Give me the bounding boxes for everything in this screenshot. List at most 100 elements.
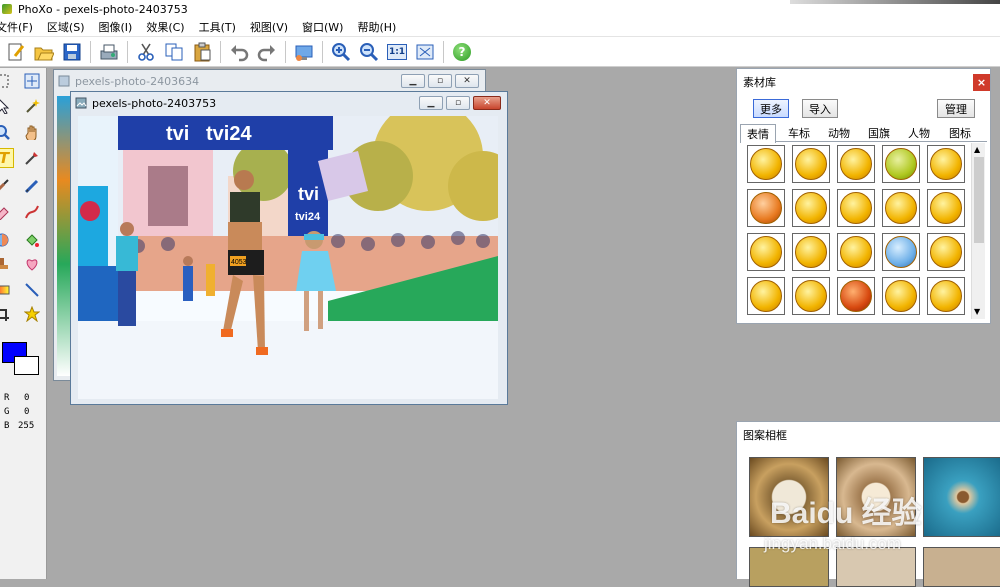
emoticon-cell[interactable] [792,277,830,315]
brush-tool[interactable] [0,176,12,196]
emoticon-cell[interactable] [837,277,875,315]
frame-thumbnail[interactable] [923,547,1000,587]
line-tool[interactable] [22,280,42,300]
pencil-tool[interactable] [22,176,42,196]
actual-size-label: 1:1 [387,43,407,60]
emoticon-cell[interactable] [882,145,920,183]
tab-emoticons[interactable]: 表情 [740,124,776,143]
frame-thumbnail[interactable] [923,457,1000,537]
magic-wand-tool[interactable] [22,96,42,116]
emoticon-cell[interactable] [882,277,920,315]
scroll-thumb[interactable] [974,157,984,243]
back-close-button[interactable]: ✕ [455,74,479,88]
watermark-logo: Baidu 经验 [770,497,922,530]
save-icon[interactable] [61,41,83,63]
cut-icon[interactable] [135,41,157,63]
clone-tool[interactable] [0,230,12,250]
import-button[interactable]: 导入 [802,99,838,118]
smudge-tool[interactable] [22,202,42,222]
help-icon[interactable]: ? [451,41,473,63]
rgb-g-row: G0 [4,407,30,417]
emoticon-cell[interactable] [747,233,785,271]
redo-icon[interactable] [256,41,278,63]
hand-tool[interactable] [22,122,42,142]
rect-select-tool[interactable] [0,71,12,91]
emoticon-cell[interactable] [792,145,830,183]
eyedropper-tool[interactable] [22,148,42,168]
pointer-tool[interactable] [0,96,12,116]
move-tool[interactable] [22,71,42,91]
zoom-tool[interactable] [0,122,12,142]
more-button[interactable]: 更多 [753,99,789,118]
actual-size-icon[interactable]: 1:1 [386,41,408,63]
menu-image[interactable]: 图像(I) [92,19,140,35]
paste-icon[interactable] [191,41,213,63]
manage-button[interactable]: 管理 [937,99,975,118]
menu-help[interactable]: 帮助(H) [350,19,403,35]
crop-tool[interactable] [0,304,12,324]
scan-icon[interactable] [98,41,120,63]
front-maximize-button[interactable]: ▫ [446,96,470,110]
back-minimize-button[interactable]: ▁ [401,74,425,88]
front-close-button[interactable]: ✕ [473,96,501,110]
heart-shape-tool[interactable] [22,254,42,274]
menu-select[interactable]: 区域(S) [40,19,92,35]
emoticon-cell[interactable] [837,233,875,271]
emoticon-cell[interactable] [792,189,830,227]
tab-flags[interactable]: 国旗 [860,124,898,141]
zoom-out-icon[interactable] [358,41,380,63]
shouting-face-icon [795,148,827,180]
material-library-close-button[interactable]: × [973,74,990,91]
app-logo-icon [2,4,12,14]
arch-brand: tvi [298,184,319,204]
emoticon-cell[interactable] [837,189,875,227]
open-icon[interactable] [33,41,55,63]
marathon-photo: tvi tvi24 tvi tvi24 4053 [78,116,498,399]
menu-window[interactable]: 窗口(W) [295,19,350,35]
screen-capture-icon[interactable] [293,41,315,63]
tab-people[interactable]: 人物 [900,124,938,141]
zoom-in-icon[interactable] [330,41,352,63]
title-bar: PhoXo - pexels-photo-2403753 [0,0,1000,18]
dizzy-face-icon [885,280,917,312]
menu-file[interactable]: 文件(F) [0,19,40,35]
background-color-swatch[interactable] [14,356,39,375]
front-minimize-button[interactable]: ▁ [419,96,443,110]
scroll-up-icon[interactable]: ▲ [974,145,980,154]
emoticon-cell[interactable] [927,233,965,271]
gradient-tool[interactable] [0,280,12,300]
emoticon-cell[interactable] [792,233,830,271]
emoticon-cell[interactable] [747,145,785,183]
menu-effects[interactable]: 效果(C) [139,19,191,35]
fill-tool[interactable] [22,230,42,250]
image-canvas[interactable]: tvi tvi24 tvi tvi24 4053 [78,116,498,399]
undo-icon[interactable] [228,41,250,63]
text-tool[interactable]: T [0,148,14,168]
stamp-tool[interactable] [0,254,12,274]
star-shape-tool[interactable] [22,304,42,324]
help-label: ? [453,42,471,61]
tab-car-logos[interactable]: 车标 [780,124,818,141]
scroll-down-icon[interactable]: ▼ [974,307,980,316]
back-maximize-button[interactable]: ▫ [428,74,452,88]
copy-icon[interactable] [163,41,185,63]
tab-icons[interactable]: 图标 [940,124,980,141]
new-icon[interactable] [5,41,27,63]
emoticon-cell[interactable] [927,277,965,315]
toolbar-separator [443,40,444,63]
fit-window-icon[interactable] [414,41,436,63]
banner-brand-2: tvi24 [206,123,252,145]
emoticon-cell[interactable] [747,189,785,227]
emoticon-cell[interactable] [927,145,965,183]
emoticon-cell[interactable] [927,189,965,227]
menu-tools[interactable]: 工具(T) [192,19,243,35]
banner-brand-1: tvi [166,123,189,145]
tab-animals[interactable]: 动物 [820,124,858,141]
menu-view[interactable]: 视图(V) [243,19,295,35]
emoticon-cell[interactable] [882,189,920,227]
eraser-tool[interactable] [0,202,12,222]
emoticon-cell[interactable] [882,233,920,271]
material-scrollbar[interactable]: ▲ ▼ [971,143,985,319]
emoticon-cell[interactable] [837,145,875,183]
emoticon-cell[interactable] [747,277,785,315]
